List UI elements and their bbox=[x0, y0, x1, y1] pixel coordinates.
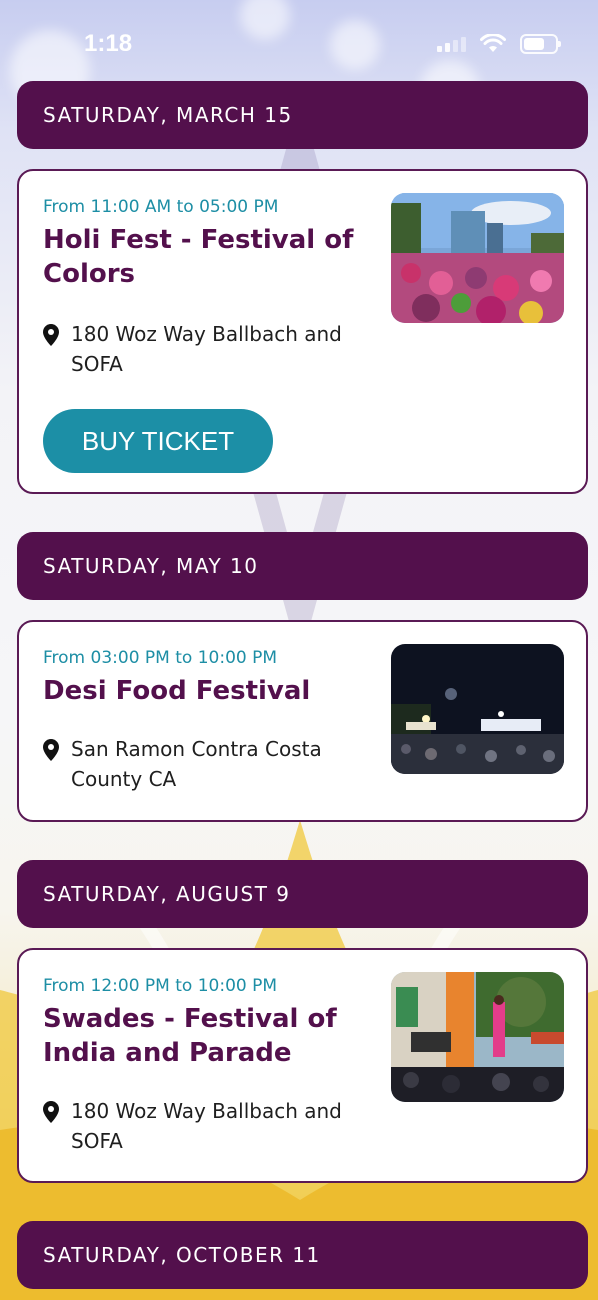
events-list: SATURDAY, MARCH 15 From 11:00 AM to 05:0… bbox=[17, 81, 588, 1289]
event-title: Holi Fest - Festival of Colors bbox=[43, 225, 354, 289]
location-text: 180 Woz Way Ballbach and SOFA bbox=[71, 1099, 342, 1153]
status-time: 1:18 bbox=[84, 30, 133, 57]
event-image[interactable] bbox=[391, 972, 564, 1102]
date-header: SATURDAY, OCTOBER 11 bbox=[17, 1221, 588, 1289]
event-card[interactable]: From 03:00 PM to 10:00 PM Desi Food Fest… bbox=[17, 620, 588, 822]
event-title: Swades - Festival of India and Parade bbox=[43, 1004, 337, 1068]
battery-icon bbox=[520, 34, 561, 54]
location-text: 180 Woz Way Ballbach and SOFA bbox=[71, 322, 342, 376]
event-location: 180 Woz Way Ballbach and SOFA bbox=[43, 319, 363, 379]
date-header: SATURDAY, MARCH 15 bbox=[17, 81, 588, 149]
location-pin-icon bbox=[43, 324, 59, 346]
date-header: SATURDAY, MAY 10 bbox=[17, 532, 588, 600]
event-location: San Ramon Contra Costa County CA bbox=[43, 734, 363, 794]
location-pin-icon bbox=[43, 1101, 59, 1123]
buy-ticket-button[interactable]: BUY TICKET bbox=[43, 409, 273, 473]
location-pin-icon bbox=[43, 739, 59, 761]
cellular-signal-icon bbox=[437, 36, 466, 52]
event-image[interactable] bbox=[391, 644, 564, 774]
date-header: SATURDAY, AUGUST 9 bbox=[17, 860, 588, 928]
event-image[interactable] bbox=[391, 193, 564, 323]
event-card[interactable]: From 11:00 AM to 05:00 PM Holi Fest - Fe… bbox=[17, 169, 588, 494]
event-card[interactable]: From 12:00 PM to 10:00 PM Swades - Festi… bbox=[17, 948, 588, 1183]
location-text: San Ramon Contra Costa County CA bbox=[71, 737, 322, 791]
status-bar: 1:18 bbox=[0, 0, 598, 80]
event-title: Desi Food Festival bbox=[43, 676, 311, 706]
status-icons bbox=[437, 34, 561, 54]
event-location: 180 Woz Way Ballbach and SOFA bbox=[43, 1096, 363, 1156]
wifi-icon bbox=[480, 34, 506, 52]
